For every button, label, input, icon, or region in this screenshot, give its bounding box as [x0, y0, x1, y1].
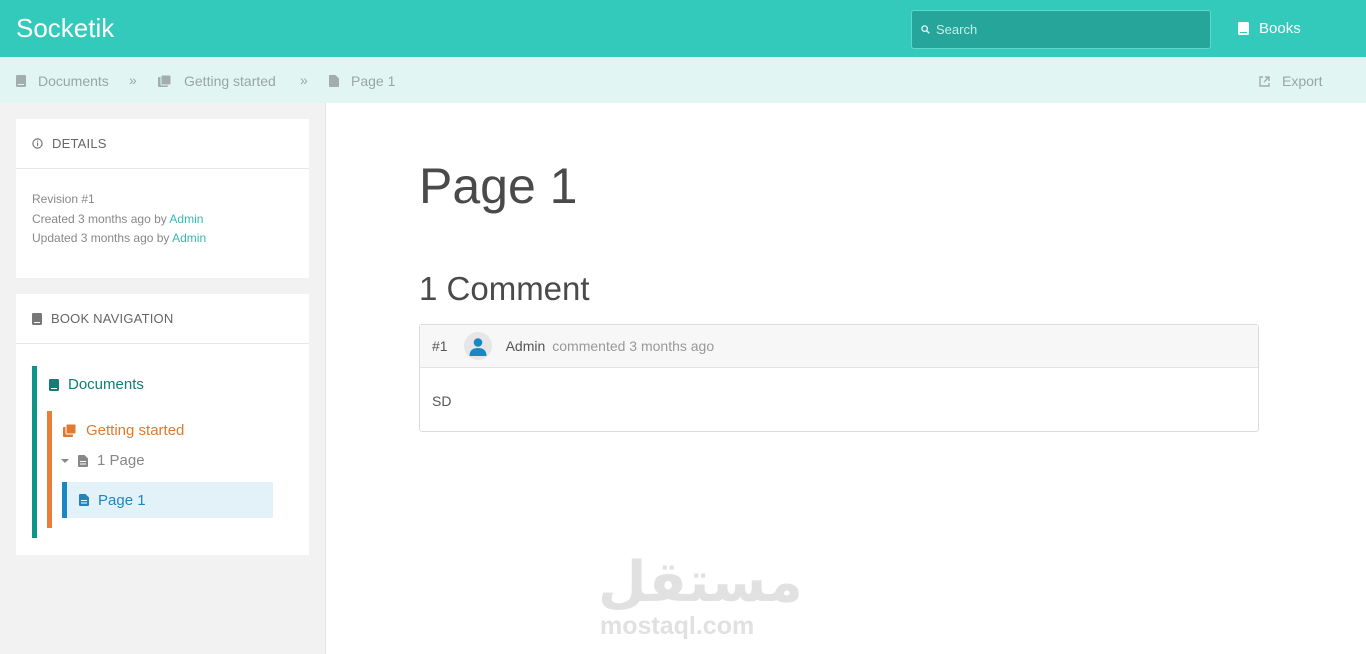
page-icon: [79, 494, 89, 506]
info-icon: [32, 138, 43, 149]
created-line: Created 3 months ago by Admin: [32, 210, 293, 230]
nav-pages-toggle[interactable]: 1 Page: [61, 452, 145, 469]
nav-chapter-label: Getting started: [86, 422, 185, 439]
search-icon: [921, 25, 930, 34]
book-icon: [49, 378, 59, 391]
revision-text: Revision #1: [32, 192, 95, 206]
avatar: [463, 332, 492, 360]
breadcrumb-item-getting-started[interactable]: Getting started: [158, 73, 276, 89]
page-title: Page 1: [419, 158, 578, 214]
breadcrumb-label: Getting started: [184, 73, 276, 89]
created-text: Created 3 months ago by: [32, 211, 170, 226]
breadcrumb-item-page-1[interactable]: Page 1: [329, 73, 395, 89]
book-icon: [1238, 22, 1249, 35]
page-icon: [78, 454, 88, 467]
top-header: Socketik Books: [0, 0, 1366, 57]
breadcrumb-separator: »: [129, 72, 137, 88]
chapter-icon: [63, 424, 77, 437]
search-input[interactable]: [936, 11, 1206, 48]
app-logo[interactable]: Socketik: [16, 13, 114, 44]
external-link-icon: [1259, 75, 1270, 87]
details-card: DETAILS Revision #1 Created 3 months ago…: [16, 119, 309, 278]
nav-book-label: Documents: [68, 376, 144, 393]
comment-meta: commented 3 months ago: [552, 338, 715, 354]
updated-by-link[interactable]: Admin: [172, 231, 206, 245]
book-navigation-tree: Documents Getting started 1 Page Page 1: [16, 344, 309, 554]
breadcrumb-separator: »: [300, 72, 308, 88]
book-navigation-card: BOOK NAVIGATION Documents Getting starte…: [16, 294, 309, 555]
page-icon: [329, 75, 339, 87]
breadcrumb-item-documents[interactable]: Documents: [16, 73, 109, 89]
details-body: Revision #1 Created 3 months ago by Admi…: [16, 169, 309, 249]
comments-title: 1 Comment: [419, 270, 590, 307]
export-label: Export: [1282, 73, 1323, 89]
updated-line: Updated 3 months ago by Admin: [32, 229, 293, 249]
nav-book-documents[interactable]: Documents: [49, 376, 144, 393]
breadcrumb: Documents » Getting started » Page 1 Exp…: [0, 57, 1366, 103]
comment-number[interactable]: #1: [432, 338, 448, 354]
nav-pages-label: 1 Page: [97, 452, 145, 469]
page-content: Page 1 1 Comment #1 Admin commented 3 mo…: [325, 103, 1366, 654]
comment: #1 Admin commented 3 months ago SD: [419, 324, 1259, 432]
book-icon: [16, 75, 26, 87]
updated-text: Updated 3 months ago by: [32, 231, 173, 245]
search-box[interactable]: [911, 10, 1211, 49]
book-navigation-header: BOOK NAVIGATION: [16, 294, 309, 344]
details-title: DETAILS: [52, 136, 107, 151]
book-indicator-bar: [32, 366, 37, 538]
comment-header: #1 Admin commented 3 months ago: [420, 325, 1258, 368]
watermark-logo: مستقل: [598, 550, 803, 615]
books-link-label: Books: [1259, 20, 1301, 37]
breadcrumb-label: Documents: [38, 73, 109, 89]
user-icon: [469, 338, 487, 356]
comment-author: Admin: [505, 338, 546, 354]
nav-page-page-1[interactable]: Page 1: [62, 482, 273, 518]
book-navigation-title: BOOK NAVIGATION: [51, 311, 174, 326]
watermark-text: mostaql.com: [600, 612, 755, 640]
caret-down-icon: [61, 458, 69, 463]
chapter-icon: [158, 75, 172, 87]
export-button[interactable]: Export: [1259, 73, 1322, 89]
comment-body: SD: [432, 393, 452, 409]
chapter-indicator-bar: [47, 411, 52, 528]
nav-page-label: Page 1: [98, 491, 146, 509]
nav-chapter-getting-started[interactable]: Getting started: [63, 422, 184, 439]
created-by-link[interactable]: Admin: [169, 212, 203, 226]
details-header: DETAILS: [16, 119, 309, 169]
books-link[interactable]: Books: [1238, 20, 1301, 37]
breadcrumb-label: Page 1: [351, 73, 396, 89]
book-icon: [32, 312, 42, 325]
